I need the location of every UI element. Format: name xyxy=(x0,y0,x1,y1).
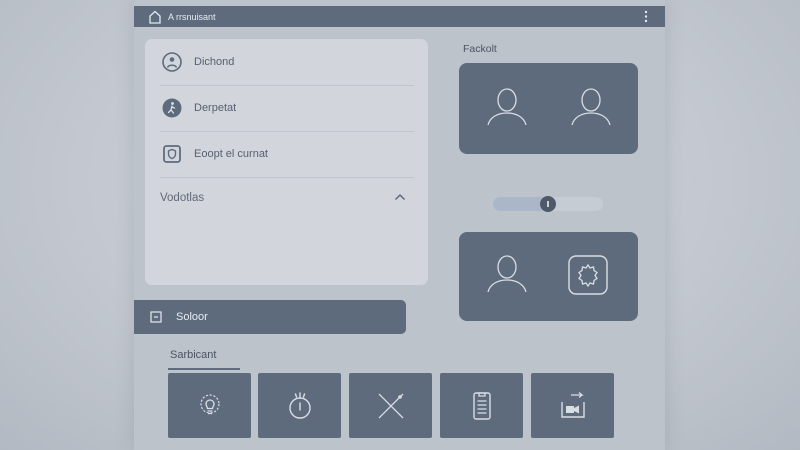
list-item-label: Derpetat xyxy=(194,102,237,114)
timer-icon xyxy=(288,391,311,419)
clipboard-icon xyxy=(472,391,491,420)
camera-export-icon xyxy=(560,391,585,418)
window-title: A rrsnuisant xyxy=(168,11,216,22)
select-bar[interactable]: Soloor xyxy=(134,300,406,334)
person-walk-icon xyxy=(162,98,182,118)
more-options-icon[interactable] xyxy=(643,9,649,24)
list-item-derpetat[interactable]: Derpetat xyxy=(160,85,414,132)
section-title: Sarbicant xyxy=(170,349,217,361)
list-item-label: Dichond xyxy=(194,56,235,68)
avatar-icon xyxy=(484,252,530,298)
chevron-up-icon[interactable] xyxy=(394,191,406,203)
shield-badge-icon xyxy=(162,144,182,164)
tile-cross-tool[interactable] xyxy=(349,373,432,438)
avatar-icon xyxy=(484,85,530,131)
tile-timer[interactable] xyxy=(258,373,341,438)
tile-clipboard[interactable] xyxy=(440,373,523,438)
avatar-icon xyxy=(568,85,614,131)
list-item-label: Eoopt el curnat xyxy=(194,148,268,160)
accordion-label: Vodotlas xyxy=(160,192,205,204)
list-item-dichond[interactable]: Dichond xyxy=(160,39,414,86)
section-underline xyxy=(168,368,240,370)
cross-tool-icon xyxy=(378,393,403,418)
list-item-eoopt[interactable]: Eoopt el curnat xyxy=(160,131,414,178)
participants-card[interactable] xyxy=(459,63,638,154)
home-icon[interactable] xyxy=(148,10,162,24)
lightbulb-gear-icon xyxy=(199,393,220,414)
tile-lightbulb[interactable] xyxy=(168,373,251,438)
person-icon xyxy=(162,52,182,72)
preview-card[interactable] xyxy=(459,232,638,321)
gear-badge-icon xyxy=(567,254,609,296)
slider-handle[interactable] xyxy=(540,196,556,212)
media-section-label: Fackolt xyxy=(463,43,497,55)
select-square-icon xyxy=(150,311,162,323)
select-bar-label: Soloor xyxy=(176,311,208,323)
tile-camera-export[interactable] xyxy=(531,373,614,438)
app-header: A rrsnuisant xyxy=(134,6,665,27)
menu-card: Dichond Derpetat Eoopt el curnat Vodotla… xyxy=(145,39,428,285)
accordion-header[interactable]: Vodotlas xyxy=(160,175,414,221)
